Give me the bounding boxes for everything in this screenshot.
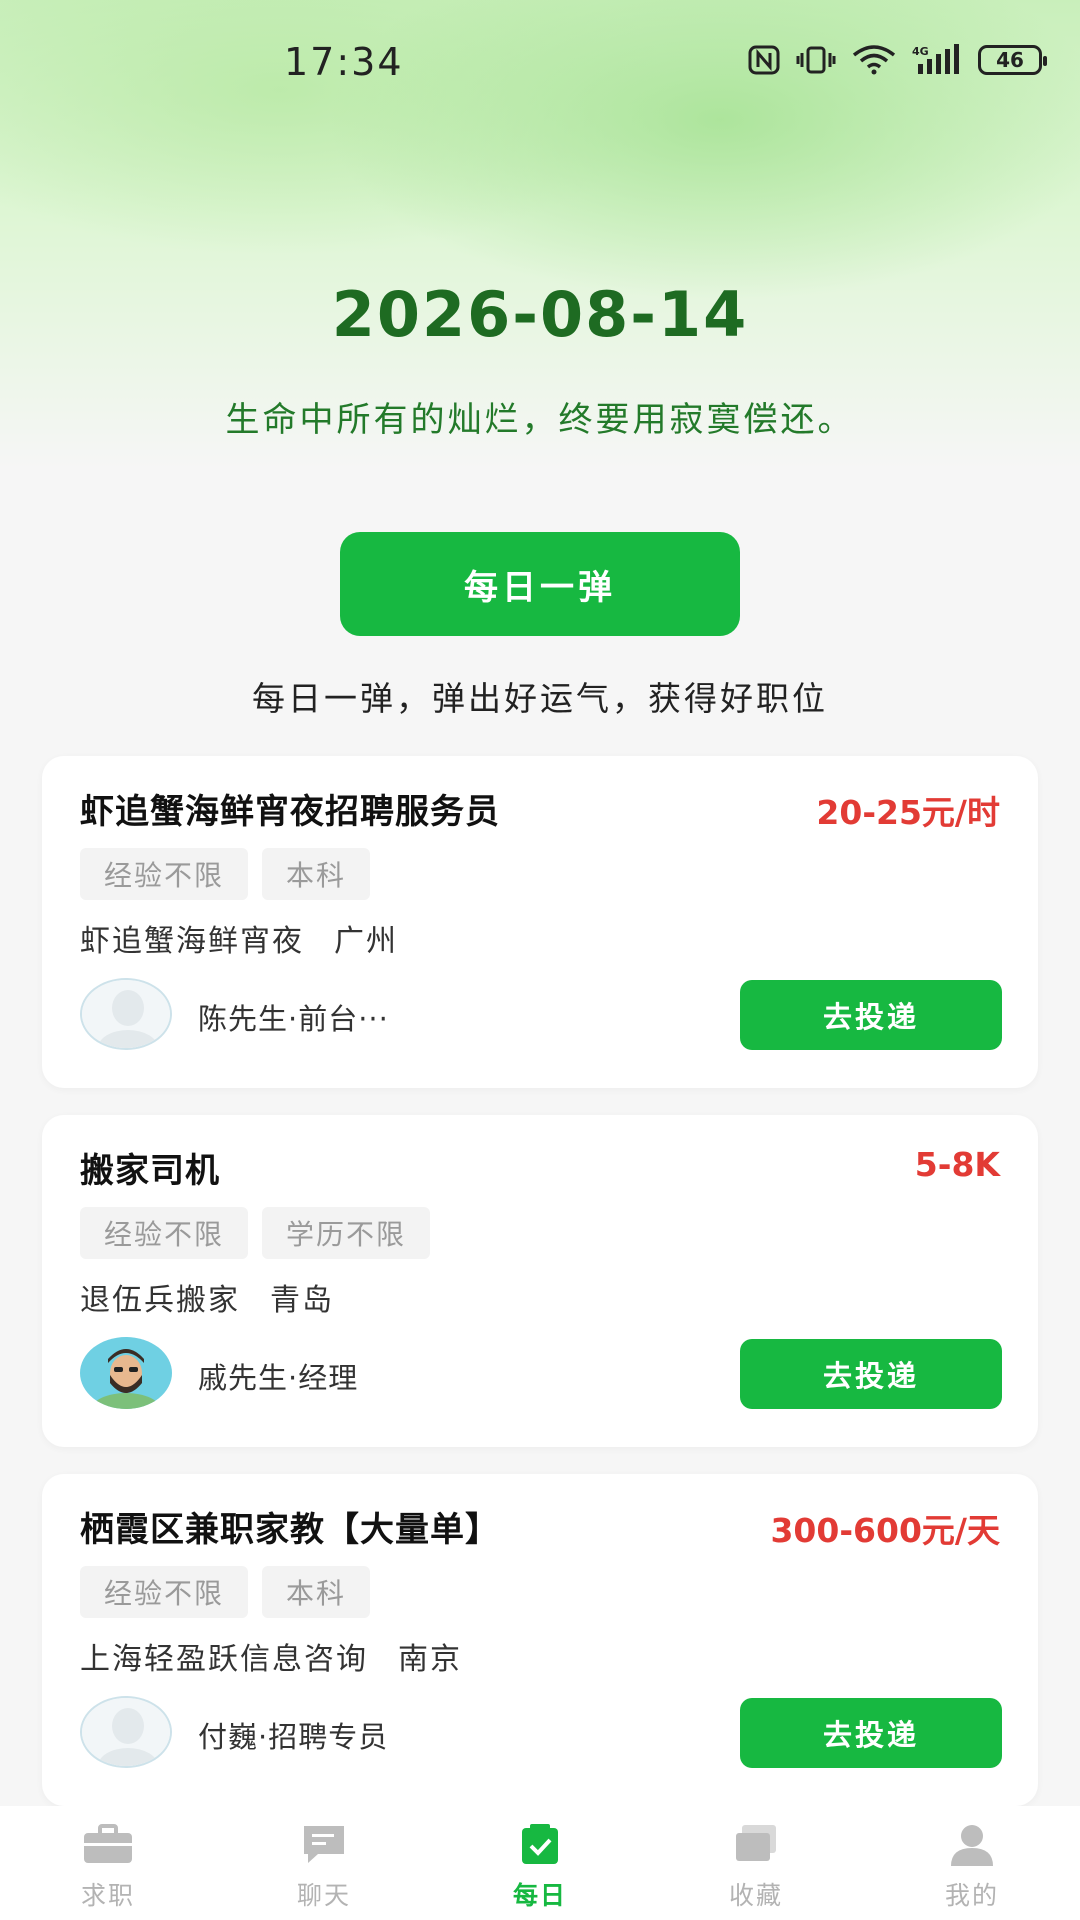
job-tags: 经验不限 学历不限: [80, 1207, 431, 1259]
job-company-line: 退伍兵搬家 青岛: [80, 1275, 334, 1319]
job-tag: 本科: [262, 848, 371, 900]
apply-button[interactable]: 去投递: [740, 1339, 1002, 1409]
bearded-man-avatar-icon: [80, 1337, 172, 1409]
wifi-icon: [852, 45, 896, 75]
job-tags: 经验不限 本科: [80, 848, 371, 900]
company-city: 青岛: [270, 1283, 334, 1318]
job-card[interactable]: 搬家司机 5-8K 经验不限 学历不限 退伍兵搬家 青岛 戚先生·经理 去投递: [42, 1115, 1038, 1447]
job-company-line: 虾追蟹海鲜宵夜 广州: [80, 916, 398, 960]
job-tag: 经验不限: [80, 1207, 249, 1259]
recruiter-name: 陈先生·前台···: [198, 1002, 389, 1036]
job-salary: 20-25元/时: [816, 793, 1000, 832]
tab-label: 求职: [80, 1881, 135, 1910]
battery-icon: 46: [978, 45, 1047, 75]
svg-text:4G: 4G: [912, 45, 929, 58]
tab-chat[interactable]: 聊天: [216, 1806, 432, 1920]
company-city: 南京: [398, 1642, 462, 1677]
daily-check-icon: [513, 1820, 567, 1868]
tab-label: 每日: [512, 1881, 567, 1910]
tab-collection[interactable]: 收藏: [648, 1806, 864, 1920]
collection-icon: [729, 1820, 783, 1868]
job-company-line: 上海轻盈跃信息咨询 南京: [80, 1634, 462, 1678]
apply-button[interactable]: 去投递: [740, 980, 1002, 1050]
tab-label: 我的: [944, 1881, 999, 1910]
job-tag: 学历不限: [262, 1207, 431, 1259]
job-salary: 300-600元/天: [770, 1511, 1000, 1550]
apply-button[interactable]: 去投递: [740, 1698, 1002, 1768]
recruiter-name: 付巍·招聘专员: [198, 1720, 389, 1754]
job-card[interactable]: 栖霞区兼职家教【大量单】 300-600元/天 经验不限 本科 上海轻盈跃信息咨…: [42, 1474, 1038, 1806]
job-title: 搬家司机: [80, 1151, 220, 1191]
briefcase-icon: [81, 1820, 135, 1868]
vibrate-icon: [796, 45, 836, 75]
chat-icon: [297, 1820, 351, 1868]
company-city: 广州: [334, 924, 398, 959]
tab-label: 聊天: [296, 1881, 351, 1910]
nfc-icon: [748, 45, 780, 75]
default-avatar-icon: [80, 1696, 172, 1768]
job-card[interactable]: 虾追蟹海鲜宵夜招聘服务员 20-25元/时 经验不限 本科 虾追蟹海鲜宵夜 广州 …: [42, 756, 1038, 1088]
job-salary: 5-8K: [914, 1145, 1000, 1184]
daily-pop-button[interactable]: 每日一弹: [340, 532, 740, 636]
page-date: 2026-08-14: [331, 278, 749, 351]
status-time: 17:34: [284, 40, 404, 84]
job-tags: 经验不限 本科: [80, 1566, 371, 1618]
company-name: 退伍兵搬家: [80, 1283, 240, 1318]
bottom-tab-bar: 求职 聊天 每日 收藏 我的: [0, 1806, 1080, 1920]
status-bar: 17:34 4G 46: [0, 0, 1080, 128]
job-tag: 本科: [262, 1566, 371, 1618]
tab-profile[interactable]: 我的: [864, 1806, 1080, 1920]
job-title: 栖霞区兼职家教【大量单】: [80, 1510, 500, 1550]
tab-job-search[interactable]: 求职: [0, 1806, 216, 1920]
job-tag: 经验不限: [80, 848, 249, 900]
daily-motto: 生命中所有的灿烂，终要用寂寞偿还。: [225, 400, 855, 440]
status-icons: 4G 46: [748, 44, 1047, 76]
tab-label: 收藏: [728, 1881, 783, 1910]
daily-tagline: 每日一弹，弹出好运气，获得好职位: [252, 679, 828, 718]
tab-daily[interactable]: 每日: [432, 1806, 648, 1920]
job-title: 虾追蟹海鲜宵夜招聘服务员: [80, 792, 500, 832]
cellular-signal-icon: 4G: [912, 44, 962, 76]
profile-icon: [945, 1820, 999, 1868]
recruiter-name: 戚先生·经理: [198, 1361, 359, 1395]
company-name: 上海轻盈跃信息咨询: [80, 1642, 368, 1677]
company-name: 虾追蟹海鲜宵夜: [80, 924, 304, 959]
job-tag: 经验不限: [80, 1566, 249, 1618]
default-avatar-icon: [80, 978, 172, 1050]
